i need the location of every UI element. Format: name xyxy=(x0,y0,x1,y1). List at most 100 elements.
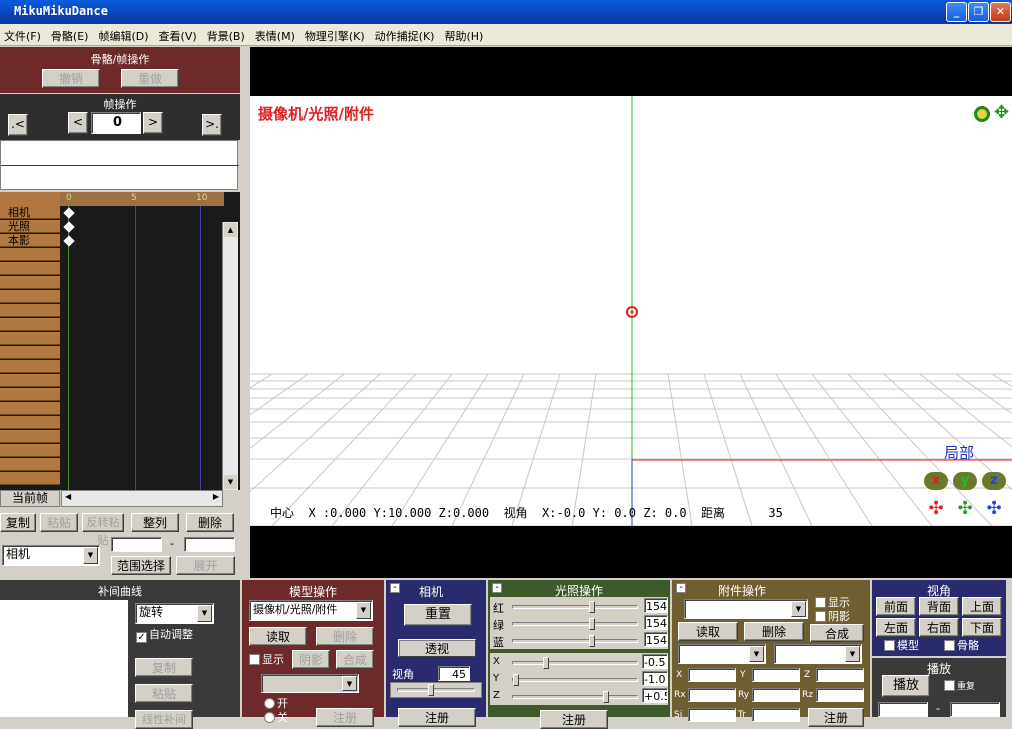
repeat-checkbox[interactable]: 重复 xyxy=(944,680,975,693)
acc-tr-input[interactable] xyxy=(752,708,800,722)
model-select[interactable]: 摄像机/光照/附件 ▼ xyxy=(249,600,373,621)
menu-expression[interactable]: 表情(M) xyxy=(251,24,301,44)
angle-slider[interactable] xyxy=(390,682,482,698)
track-row[interactable] xyxy=(0,262,60,275)
track-row[interactable] xyxy=(0,374,60,387)
scroll-down-icon[interactable]: ▼ xyxy=(224,475,237,489)
menu-motion-capture[interactable]: 动作捕捉(K) xyxy=(371,24,441,44)
model-load-button[interactable]: 读取 xyxy=(249,627,307,646)
track-row[interactable] xyxy=(0,332,60,345)
view-back-button[interactable]: 背面 xyxy=(919,597,959,616)
accessory-shadow-checkbox[interactable]: 阴影 xyxy=(815,611,850,623)
track-row[interactable] xyxy=(0,458,60,471)
camera-reset-button[interactable]: 重置 xyxy=(404,604,472,626)
frame-number-input[interactable]: 0 xyxy=(91,112,141,134)
chevron-down-icon[interactable]: ▼ xyxy=(845,646,860,662)
curve-editor[interactable] xyxy=(0,600,128,717)
next-frame-button[interactable]: > xyxy=(143,112,163,134)
accessory-show-checkbox[interactable]: 显示 xyxy=(815,597,850,609)
track-row[interactable]: 本影 xyxy=(0,234,60,247)
menu-help[interactable]: 帮助(H) xyxy=(440,24,489,44)
chevron-down-icon[interactable]: ▼ xyxy=(342,676,357,691)
track-row[interactable]: 光照 xyxy=(0,220,60,233)
move-y-icon[interactable]: ✣ xyxy=(953,500,977,518)
accessory-register-button[interactable]: 注册 xyxy=(808,708,864,727)
acc-x-input[interactable] xyxy=(688,668,736,682)
menu-view[interactable]: 查看(V) xyxy=(155,24,203,44)
zoom-icon[interactable] xyxy=(974,106,990,122)
chevron-down-icon[interactable]: ▼ xyxy=(791,601,806,617)
timeline-hscroll[interactable]: ◀ ▶ xyxy=(61,490,223,507)
view-front-button[interactable]: 前面 xyxy=(876,597,916,616)
rotate-x-icon[interactable]: x xyxy=(924,472,948,490)
move-z-icon[interactable]: ✣ xyxy=(982,500,1006,518)
green-slider-thumb[interactable] xyxy=(589,618,595,630)
track-row[interactable] xyxy=(0,360,60,373)
keyframe-camera[interactable] xyxy=(63,207,75,219)
track-row[interactable] xyxy=(0,416,60,429)
menu-frame-edit[interactable]: 帧编辑(D) xyxy=(94,24,154,44)
play-end-input[interactable] xyxy=(950,702,1000,717)
on-radio[interactable]: 开 xyxy=(264,698,288,710)
chevron-down-icon[interactable]: ▼ xyxy=(197,605,212,622)
linear-interp-button[interactable]: 线性补间 xyxy=(135,710,193,729)
paste-button[interactable]: 粘贴 xyxy=(40,513,78,532)
accessory-parent-select[interactable]: ▼ xyxy=(678,644,766,664)
range-select-button[interactable]: 范围选择 xyxy=(111,556,171,575)
keyframe-light[interactable] xyxy=(63,221,75,233)
scroll-right-icon[interactable]: ▶ xyxy=(213,492,219,501)
timeline-vscroll[interactable]: ▲ ▼ xyxy=(222,222,238,490)
last-frame-button[interactable]: >. xyxy=(202,114,222,136)
track-row[interactable] xyxy=(0,472,60,485)
play-button[interactable]: 播放 xyxy=(882,675,930,697)
menu-background[interactable]: 背景(B) xyxy=(203,24,251,44)
minimize-button[interactable]: _ xyxy=(946,2,967,22)
green-slider[interactable] xyxy=(512,618,638,630)
model-compose-button[interactable]: 合成 xyxy=(336,650,374,669)
angle-input[interactable]: 45 xyxy=(438,666,470,681)
red-slider[interactable] xyxy=(512,601,638,613)
camera-register-button[interactable]: 注册 xyxy=(398,708,476,727)
redo-button[interactable]: 重做 xyxy=(121,69,179,88)
track-row[interactable] xyxy=(0,304,60,317)
dir-y-input[interactable]: -1.0 xyxy=(642,671,668,686)
range-start-input[interactable] xyxy=(111,537,162,552)
view-model-checkbox[interactable]: 模型 xyxy=(884,640,919,652)
dir-z-slider[interactable] xyxy=(512,691,638,703)
track-row[interactable] xyxy=(0,248,60,261)
acc-y-input[interactable] xyxy=(752,668,800,682)
off-radio[interactable]: 关 xyxy=(264,712,288,724)
green-input[interactable]: 154 xyxy=(644,615,668,630)
track-row[interactable] xyxy=(0,318,60,331)
move-x-icon[interactable]: ✣ xyxy=(924,500,948,518)
interp-paste-button[interactable]: 粘贴 xyxy=(135,684,193,703)
delete-button[interactable]: 删除 xyxy=(186,513,234,532)
viewport-3d[interactable]: 摄像机/光照/附件 ✥ 局部 x y z ✣ ✣ ✣ 中心 X :0.000 Y… xyxy=(250,96,1012,526)
accessory-compose-button[interactable]: 合成 xyxy=(810,624,864,642)
first-frame-button[interactable]: .< xyxy=(8,114,28,136)
view-bottom-button[interactable]: 下面 xyxy=(962,618,1002,637)
maximize-button[interactable]: ❐ xyxy=(968,2,989,22)
acc-si-input[interactable] xyxy=(688,708,736,722)
red-input[interactable]: 154 xyxy=(644,598,668,613)
dir-x-slider-thumb[interactable] xyxy=(543,657,549,669)
track-row[interactable] xyxy=(0,388,60,401)
model-show-checkbox[interactable]: 显示 xyxy=(249,654,284,666)
menu-physics[interactable]: 物理引擎(K) xyxy=(301,24,371,44)
auto-adjust-checkbox[interactable]: ✓ 自动调整 xyxy=(136,629,193,643)
menu-bone[interactable]: 骨骼(E) xyxy=(47,24,95,44)
acc-rz-input[interactable] xyxy=(816,688,864,702)
track-row[interactable] xyxy=(0,402,60,415)
scroll-up-icon[interactable]: ▲ xyxy=(224,223,237,237)
dir-z-input[interactable]: +0.5 xyxy=(642,688,668,703)
accessory-bone-select[interactable]: ▼ xyxy=(774,644,862,664)
track-row[interactable] xyxy=(0,430,60,443)
prev-frame-button[interactable]: < xyxy=(68,112,88,134)
move-icon[interactable]: ✥ xyxy=(994,104,1012,123)
track-row[interactable] xyxy=(0,290,60,303)
blue-input[interactable]: 154 xyxy=(644,632,668,647)
view-top-button[interactable]: 上面 xyxy=(962,597,1002,616)
rotate-y-icon[interactable]: y xyxy=(953,472,977,490)
model-register-button[interactable]: 注册 xyxy=(316,708,374,727)
acc-rx-input[interactable] xyxy=(688,688,736,702)
